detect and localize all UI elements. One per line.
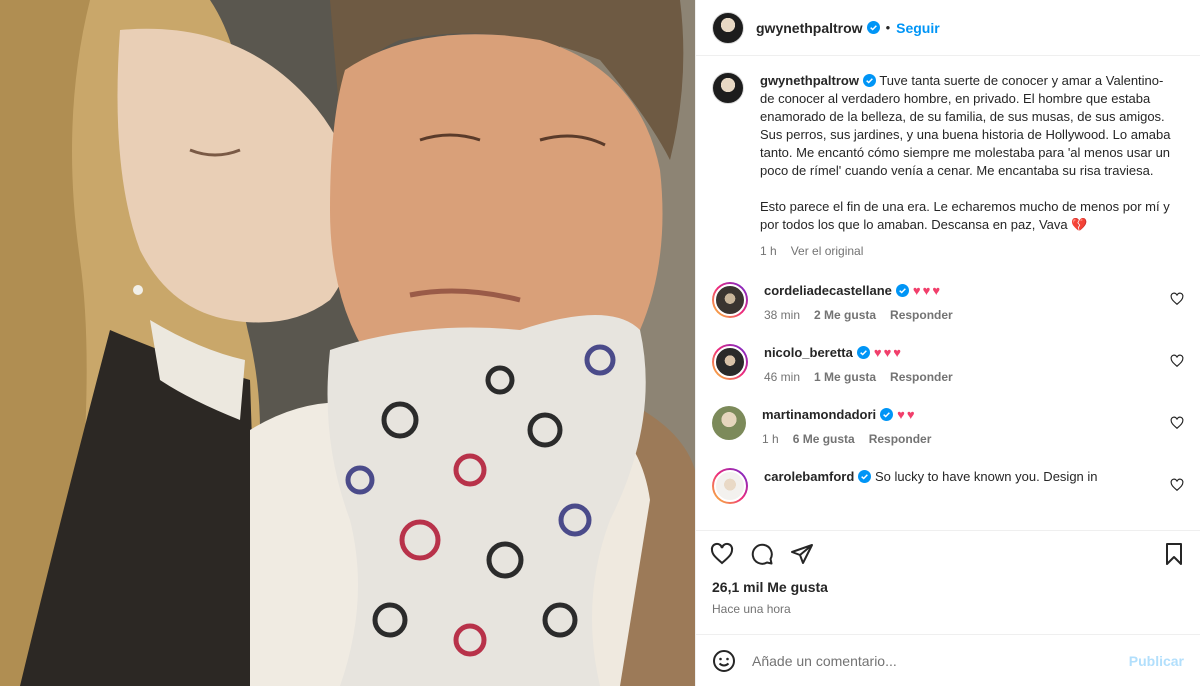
verified-badge-icon <box>862 74 876 87</box>
comments-scroll-area[interactable]: gwynethpaltrow Tuve tanta suerte de cono… <box>696 56 1200 530</box>
post-actions-bar <box>696 530 1200 576</box>
caption-author-avatar[interactable] <box>712 72 744 104</box>
caption-paragraph-1: gwynethpaltrow Tuve tanta suerte de cono… <box>760 72 1171 180</box>
author-avatar[interactable] <box>712 11 744 44</box>
comment-username[interactable]: carolebamford <box>764 469 854 484</box>
comment-hearts: ♥♥ <box>897 407 917 422</box>
author-username[interactable]: gwynethpaltrow <box>756 20 863 36</box>
post-header: gwynethpaltrow • Seguir <box>696 0 1200 56</box>
post-side-panel: gwynethpaltrow • Seguir gwynethpaltrow T… <box>695 0 1200 686</box>
comment-hearts: ♥♥♥ <box>912 283 943 298</box>
add-comment-bar: Publicar <box>696 634 1200 686</box>
reply-button[interactable]: Responder <box>890 370 953 384</box>
heart-icon[interactable] <box>710 542 734 566</box>
bookmark-icon[interactable] <box>1162 542 1186 566</box>
verified-badge-icon <box>866 21 880 34</box>
comment-username[interactable]: martinamondadori <box>762 407 876 422</box>
comment-time: 46 min <box>764 370 801 384</box>
comment-time: 38 min <box>764 308 801 322</box>
instagram-post: gwynethpaltrow • Seguir gwynethpaltrow T… <box>0 0 1200 686</box>
verified-badge-icon <box>880 408 894 421</box>
see-original-link[interactable]: Ver el original <box>791 242 864 260</box>
publish-button[interactable]: Publicar <box>1129 653 1184 669</box>
comment-time: 1 h <box>762 432 779 446</box>
heart-icon[interactable] <box>1170 416 1184 430</box>
paper-plane-icon[interactable] <box>790 542 814 566</box>
reply-button[interactable]: Responder <box>869 432 932 446</box>
post-caption: gwynethpaltrow Tuve tanta suerte de cono… <box>712 72 1184 260</box>
caption-meta: 1 h Ver el original <box>760 242 1171 260</box>
heart-icon[interactable] <box>1170 292 1184 306</box>
verified-badge-icon <box>856 346 870 359</box>
commenter-avatar[interactable] <box>712 344 748 380</box>
comment-likes[interactable]: 6 Me gusta <box>793 432 855 446</box>
comment-username[interactable]: nicolo_beretta <box>764 345 853 360</box>
header-separator: • <box>885 20 891 35</box>
comment-item: cordeliadecastellane ♥♥♥ 38 min 2 Me gust… <box>712 282 1184 322</box>
comment-input[interactable] <box>752 652 1129 669</box>
verified-badge-icon <box>858 470 872 483</box>
comment-hearts: ♥♥♥ <box>873 345 904 360</box>
heart-icon[interactable] <box>1170 354 1184 368</box>
comment-username[interactable]: cordeliadecastellane <box>764 283 892 298</box>
caption-text-1: Tuve tanta suerte de conocer y amar a Va… <box>760 73 1171 178</box>
comment-item: martinamondadori ♥♥ 1 h 6 Me gusta Respon… <box>712 406 1184 446</box>
verified-badge-icon <box>895 284 909 297</box>
comment-likes[interactable]: 1 Me gusta <box>814 370 876 384</box>
post-photo-illustration <box>0 0 695 686</box>
smiley-icon[interactable] <box>712 649 736 673</box>
commenter-avatar[interactable] <box>712 282 748 318</box>
comment-item: carolebamford So lucky to have known you… <box>712 468 1184 504</box>
comment-likes[interactable]: 2 Me gusta <box>814 308 876 322</box>
comment-icon[interactable] <box>750 542 774 566</box>
comment-item: nicolo_beretta ♥♥♥ 46 min 1 Me gusta Resp… <box>712 344 1184 384</box>
comment-text: So lucky to have known you. Design in <box>874 469 1098 484</box>
caption-username[interactable]: gwynethpaltrow <box>760 73 859 88</box>
post-timestamp: Hace una hora <box>712 602 791 616</box>
heart-icon[interactable] <box>1170 478 1184 492</box>
commenter-avatar[interactable] <box>712 468 748 504</box>
caption-time: 1 h <box>760 244 777 258</box>
caption-text-2: Esto parece el fin de una era. Le echare… <box>760 199 1170 232</box>
reply-button[interactable]: Responder <box>890 308 953 322</box>
likes-count[interactable]: 26,1 mil Me gusta <box>696 578 1200 596</box>
commenter-avatar[interactable] <box>712 406 746 440</box>
post-photo[interactable] <box>0 0 695 686</box>
follow-button[interactable]: Seguir <box>896 20 940 36</box>
